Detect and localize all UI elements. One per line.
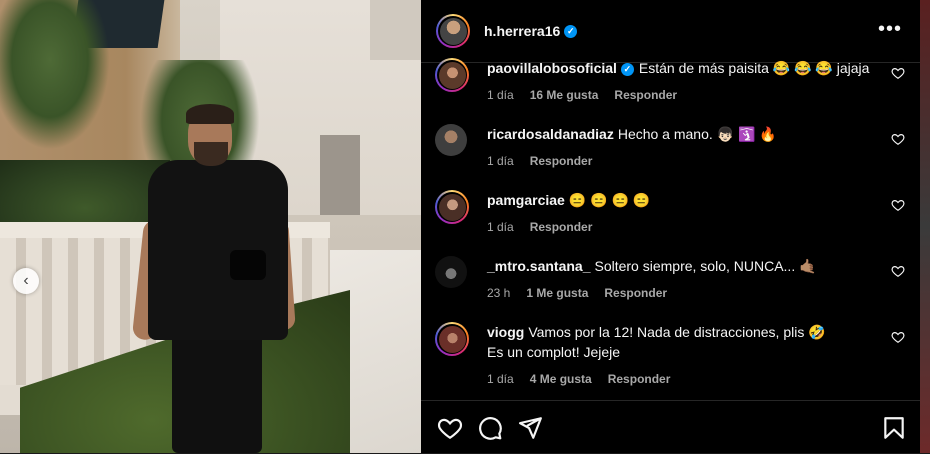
reply-button[interactable]: Responder bbox=[614, 88, 677, 102]
comment-avatar[interactable] bbox=[435, 190, 469, 224]
comment-time[interactable]: 1 día bbox=[487, 88, 514, 102]
palm-tree-left bbox=[0, 0, 110, 150]
reply-button[interactable]: Responder bbox=[608, 372, 671, 386]
comment-username[interactable]: pamgarciae bbox=[487, 192, 565, 208]
comment-text-line2: Es un complot! Jejeje bbox=[487, 344, 621, 360]
comment-like-heart-icon[interactable] bbox=[891, 132, 905, 146]
reply-button[interactable]: Responder bbox=[604, 286, 667, 300]
comment-item: _mtro.santana_ Soltero siempre, solo, NUN… bbox=[435, 256, 905, 300]
comment-avatar[interactable] bbox=[435, 322, 469, 356]
post-panel: h.herrera16 ✓ ••• paovillalobosoficial ✓ E… bbox=[421, 0, 920, 453]
comment-like-heart-icon[interactable] bbox=[891, 330, 905, 344]
comment-likes[interactable]: 1 Me gusta bbox=[526, 286, 588, 300]
comment-item: pamgarciae 😑 😑 😑 😑 1 día Responder bbox=[435, 190, 905, 234]
heart-icon[interactable] bbox=[437, 415, 463, 441]
send-icon[interactable] bbox=[517, 415, 543, 441]
chevron-left-icon: ‹ bbox=[23, 272, 29, 289]
comment-item: ricardosaldanadiaz Hecho a mano. 👦🏻 🛐 🔥 1… bbox=[435, 124, 905, 168]
verified-badge-icon: ✓ bbox=[620, 62, 634, 76]
person-walking bbox=[130, 100, 300, 453]
post-photo: ‹ bbox=[0, 0, 421, 453]
comment-username[interactable]: paovillalobosoficial bbox=[487, 60, 617, 76]
comment-avatar[interactable] bbox=[435, 124, 467, 156]
comment-like-heart-icon[interactable] bbox=[891, 66, 905, 80]
author-username[interactable]: h.herrera16 bbox=[484, 23, 560, 39]
comment-text: Soltero siempre, solo, NUNCA... 🤙🏽 bbox=[594, 258, 817, 274]
action-bar bbox=[421, 400, 920, 454]
comment-time[interactable]: 1 día bbox=[487, 372, 514, 386]
comment-avatar[interactable] bbox=[435, 58, 469, 92]
comment-likes[interactable]: 16 Me gusta bbox=[530, 88, 599, 102]
comment-likes[interactable]: 4 Me gusta bbox=[530, 372, 592, 386]
comment-time[interactable]: 1 día bbox=[487, 154, 514, 168]
comment-text: Hecho a mano. 👦🏻 🛐 🔥 bbox=[617, 126, 777, 142]
verified-badge-icon: ✓ bbox=[564, 24, 578, 38]
comment-item: viogg Vamos por la 12! Nada de distraccio… bbox=[435, 322, 905, 386]
reply-button[interactable]: Responder bbox=[530, 220, 593, 234]
comment-time[interactable]: 23 h bbox=[487, 286, 510, 300]
background-edge bbox=[920, 0, 930, 453]
comment-username[interactable]: ricardosaldanadiaz bbox=[487, 126, 614, 142]
comment-text: 😑 😑 😑 😑 bbox=[568, 192, 651, 208]
comment-icon[interactable] bbox=[477, 415, 503, 441]
bookmark-icon[interactable] bbox=[881, 415, 907, 441]
comment-item: paovillalobosoficial ✓ Están de más paisit… bbox=[435, 58, 905, 102]
reply-button[interactable]: Responder bbox=[530, 154, 593, 168]
more-horizontal-icon[interactable]: ••• bbox=[878, 19, 902, 39]
comment-avatar[interactable] bbox=[435, 256, 467, 288]
comment-username[interactable]: viogg bbox=[487, 324, 524, 340]
comment-like-heart-icon[interactable] bbox=[891, 198, 905, 212]
comment-time[interactable]: 1 día bbox=[487, 220, 514, 234]
post-header: h.herrera16 ✓ ••• bbox=[421, 0, 920, 63]
author-avatar[interactable] bbox=[436, 14, 470, 48]
carousel-prev-button[interactable]: ‹ bbox=[13, 268, 39, 294]
comment-text: Están de más paisita 😂 😂 😂 jajaja bbox=[638, 60, 870, 76]
comment-like-heart-icon[interactable] bbox=[891, 264, 905, 278]
comment-text: Vamos por la 12! Nada de distracciones, … bbox=[528, 324, 826, 340]
comment-username[interactable]: _mtro.santana_ bbox=[487, 258, 590, 274]
